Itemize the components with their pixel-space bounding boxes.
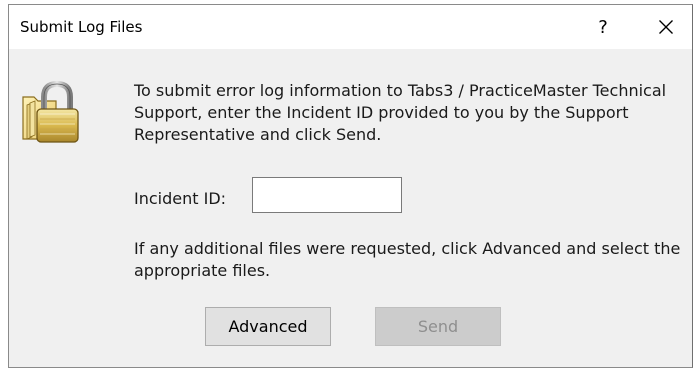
send-button[interactable]: Send [375,307,501,346]
close-button[interactable] [643,5,689,49]
incident-id-label: Incident ID: [134,189,227,208]
instructions-text: To submit error log information to Tabs3… [134,81,667,144]
help-button[interactable]: ? [580,5,626,49]
window-title: Submit Log Files [20,18,143,36]
incident-id-input[interactable] [252,177,402,213]
additional-files-text: If any additional files were requested, … [134,239,681,280]
desktop-background [0,0,8,368]
close-icon [659,20,673,34]
title-bar[interactable]: Submit Log Files ? [9,5,692,49]
advanced-button[interactable]: Advanced [205,307,331,346]
submit-log-files-dialog: Submit Log Files ? To submit error log i… [8,4,693,368]
help-icon: ? [598,16,608,38]
folder-lock-icon [22,81,79,143]
dialog-content: To submit error log information to Tabs3… [9,49,692,367]
